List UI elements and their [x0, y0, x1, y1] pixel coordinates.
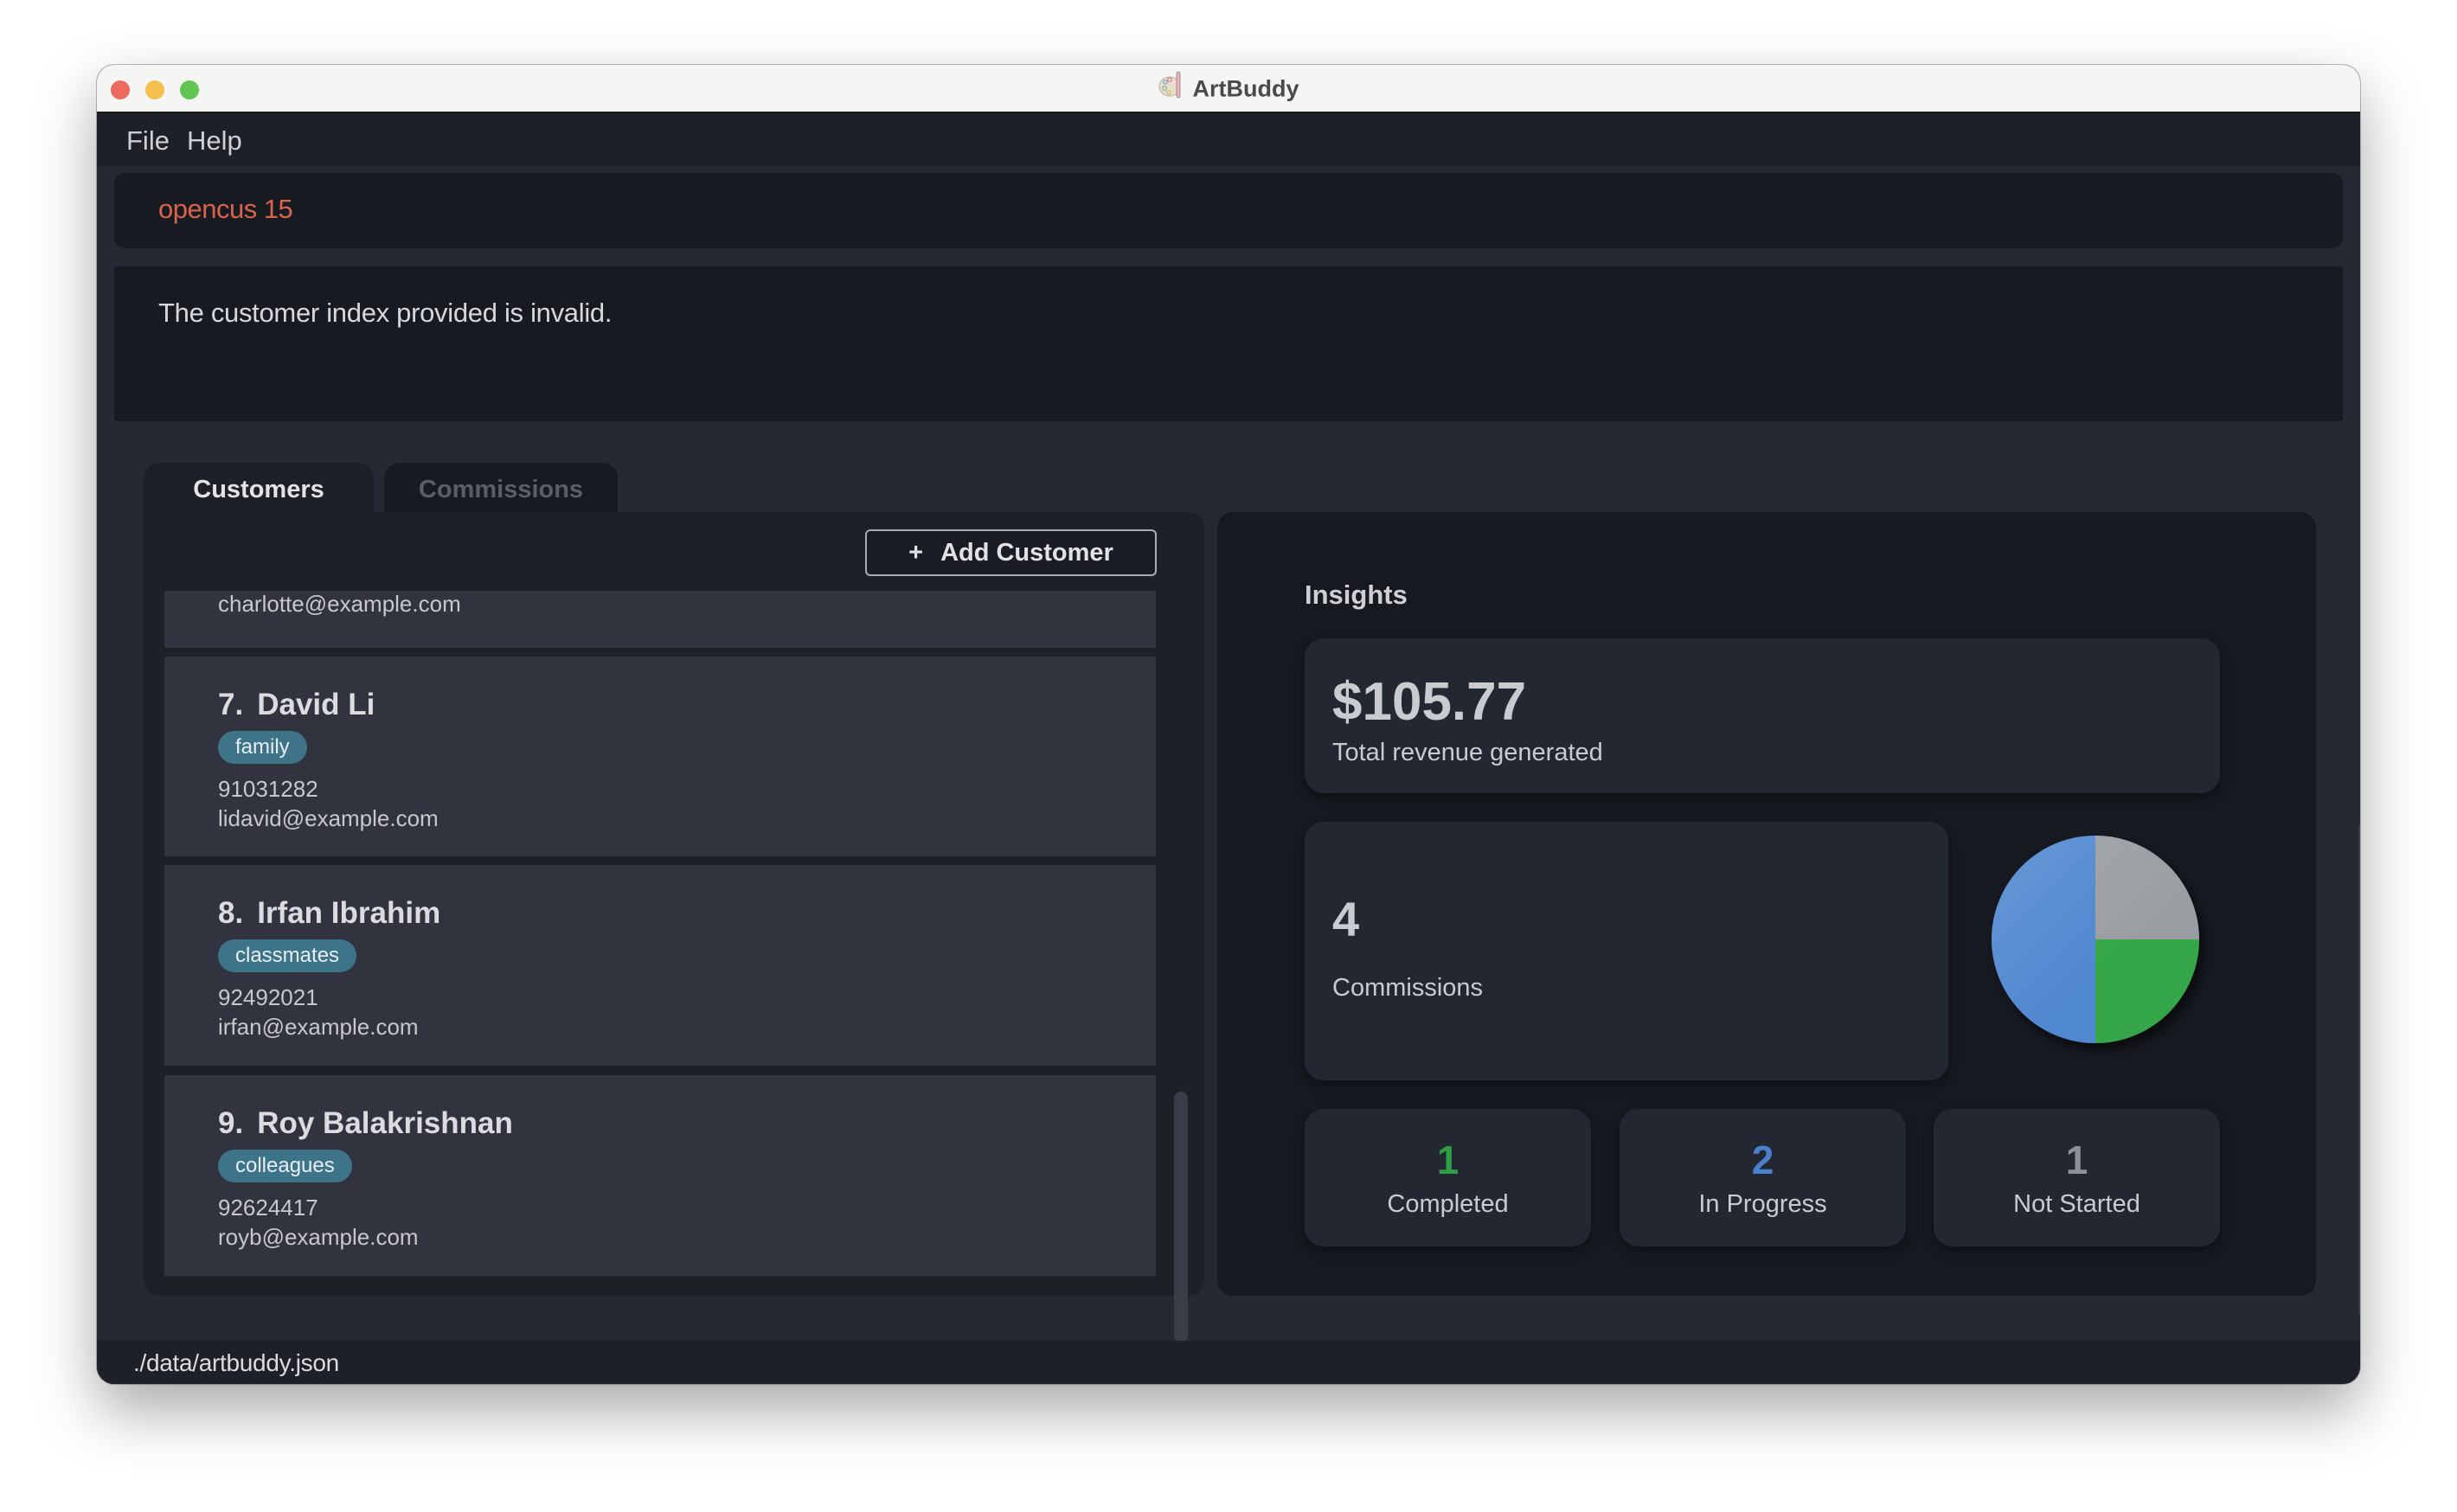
commissions-count-label: Commissions [1332, 974, 1484, 1002]
customer-email: charlotte@example.com [218, 591, 461, 617]
status-bar: ./data/artbuddy.json [97, 1341, 2360, 1384]
data-file-path: ./data/artbuddy.json [133, 1349, 339, 1376]
commissions-count-card: 4 Commissions [1305, 822, 1948, 1080]
in-progress-label: In Progress [1698, 1190, 1827, 1218]
customer-card[interactable]: 8. Irfan Ibrahim classmates 92492021 irfa… [164, 865, 1156, 1066]
customer-tag: classmates [218, 939, 357, 972]
result-display: The customer index provided is invalid. [114, 266, 2343, 421]
customer-index: 9. [218, 1106, 244, 1140]
status-card-in-progress: 2 In Progress [1620, 1109, 1906, 1246]
tab-commissions[interactable]: Commissions [384, 463, 618, 515]
customer-name-text: Roy Balakrishnan [257, 1106, 513, 1140]
result-message: The customer index provided is invalid. [158, 298, 613, 328]
customer-tag: family [218, 731, 307, 764]
customer-list-scrollbar[interactable] [1174, 1092, 1188, 1342]
tab-customers[interactable]: Customers [144, 463, 374, 515]
in-progress-count: 2 [1751, 1137, 1774, 1182]
revenue-value: $105.77 [1332, 672, 1527, 732]
window-title-text: ArtBuddy [1192, 75, 1299, 102]
customer-email: irfan@example.com [218, 1014, 419, 1040]
customer-tag: colleagues [218, 1150, 352, 1182]
not-started-label: Not Started [2013, 1190, 2140, 1218]
title-bar: ArtBuddy [97, 65, 2360, 113]
customer-index: 7. [218, 688, 244, 721]
customer-email: lidavid@example.com [218, 805, 439, 831]
customer-card[interactable]: 9. Roy Balakrishnan colleagues 92624417 r… [164, 1075, 1156, 1276]
commissions-count-value: 4 [1332, 892, 1360, 946]
palette-icon [1158, 70, 1184, 106]
customer-name: 9. Roy Balakrishnan [218, 1106, 513, 1141]
status-pie-chart [1985, 829, 2210, 1054]
insights-title: Insights [1305, 580, 1408, 610]
not-started-count: 1 [2065, 1137, 2088, 1182]
revenue-label: Total revenue generated [1332, 739, 1603, 766]
customer-card-partial[interactable]: charlotte@example.com [164, 591, 1156, 648]
customer-name: 7. David Li [218, 688, 375, 722]
add-customer-button[interactable]: + Add Customer [865, 529, 1157, 576]
pie-chart-svg [1992, 836, 2199, 1043]
customer-phone: 92624417 [218, 1195, 318, 1220]
completed-count: 1 [1436, 1137, 1459, 1182]
window-title: ArtBuddy [97, 71, 2360, 106]
insights-scrollbar[interactable] [2358, 822, 2360, 1317]
menu-bar: File Help [97, 113, 2360, 166]
customer-card[interactable]: 7. David Li family 91031282 lidavid@examp… [164, 657, 1156, 856]
customer-phone: 91031282 [218, 776, 318, 802]
status-card-not-started: 1 Not Started [1934, 1109, 2220, 1246]
revenue-card: $105.77 Total revenue generated [1305, 638, 2220, 793]
customer-index: 8. [218, 896, 244, 930]
command-input-text: opencus 15 [158, 194, 293, 224]
menu-help[interactable]: Help [187, 125, 242, 157]
customer-list-panel: + Add Customer charlotte@example.com 7. Da… [144, 512, 1204, 1342]
customer-email: royb@example.com [218, 1224, 419, 1250]
app-window: ArtBuddy File Help opencus 15 The custom… [97, 65, 2360, 1384]
status-card-completed: 1 Completed [1305, 1109, 1591, 1246]
customer-name-text: David Li [257, 688, 375, 721]
customer-name-text: Irfan Ibrahim [257, 896, 441, 930]
command-input[interactable]: opencus 15 [114, 173, 2343, 248]
add-customer-label: Add Customer [940, 539, 1113, 567]
completed-label: Completed [1387, 1190, 1509, 1218]
customer-name: 8. Irfan Ibrahim [218, 896, 440, 931]
plus-icon: + [908, 539, 924, 567]
insights-panel: Insights $105.77 Total revenue generated… [1217, 512, 2360, 1317]
menu-file[interactable]: File [126, 125, 170, 157]
customer-phone: 92492021 [218, 984, 318, 1010]
pie-sheen [1992, 836, 2199, 1043]
